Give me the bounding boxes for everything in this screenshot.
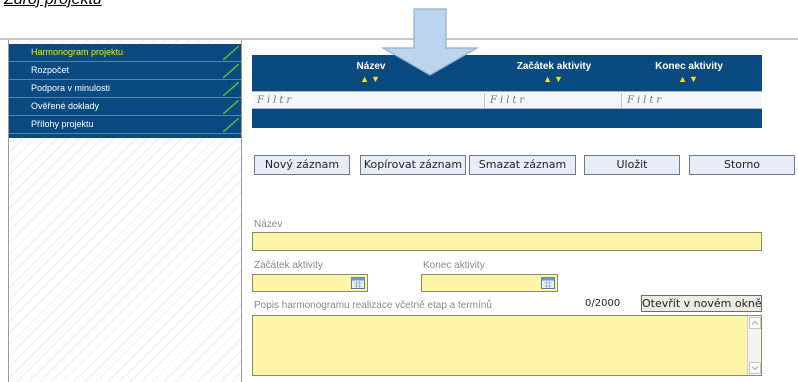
- sidebar-item-label: Harmonogram projektu: [31, 47, 124, 57]
- name-field[interactable]: [252, 232, 762, 251]
- sidebar-nav-footer: [9, 134, 241, 138]
- cancel-button[interactable]: Storno: [689, 155, 795, 175]
- sidebar-nav: Harmonogram projektu Rozpočet Podpora v …: [9, 44, 241, 138]
- char-counter: 0/2000: [585, 298, 621, 309]
- page-heading: Zdroj projektu: [4, 0, 102, 9]
- new-record-button[interactable]: Nový záznam: [254, 155, 350, 175]
- textarea-scrollbar[interactable]: [747, 316, 761, 375]
- name-label: Název: [254, 219, 283, 230]
- filter-input-konec[interactable]: [623, 93, 761, 108]
- tab-corner-icon: [223, 46, 239, 60]
- copy-record-button[interactable]: Kopírovat záznam: [360, 155, 466, 175]
- records-grid: Název ▲▼ Začátek aktivity ▲▼ Konec aktiv…: [252, 55, 762, 128]
- scroll-down-icon[interactable]: [749, 362, 761, 374]
- filter-input-zacatek[interactable]: [486, 93, 622, 108]
- sidebar-item-label: Rozpočet: [31, 65, 70, 75]
- end-date-field[interactable]: [421, 274, 558, 292]
- calendar-icon[interactable]: [351, 277, 365, 289]
- sidebar-item-podpora[interactable]: Podpora v minulosti: [9, 80, 241, 98]
- sidebar-item-doklady[interactable]: Ověřené doklady: [9, 98, 241, 116]
- sort-arrows-icon[interactable]: ▲▼: [626, 73, 752, 85]
- end-date-label: Konec aktivity: [423, 260, 485, 271]
- column-header-zacatek[interactable]: Začátek aktivity ▲▼: [492, 61, 616, 85]
- delete-record-button[interactable]: Smazat záznam: [469, 155, 576, 175]
- sidebar-item-harmonogram[interactable]: Harmonogram projektu: [9, 44, 241, 62]
- description-label: Popis harmonogramu realizace včetně etap…: [254, 300, 492, 311]
- column-header-konec[interactable]: Konec aktivity ▲▼: [626, 61, 752, 85]
- sort-arrows-icon[interactable]: ▲▼: [492, 73, 616, 85]
- sidebar-item-rozpocet[interactable]: Rozpočet: [9, 62, 241, 80]
- column-title: Začátek aktivity: [516, 61, 592, 72]
- description-textarea[interactable]: [252, 315, 762, 376]
- column-title: Konec aktivity: [655, 61, 723, 72]
- tab-corner-icon: [223, 64, 239, 78]
- tab-corner-icon: [223, 100, 239, 114]
- calendar-icon[interactable]: [541, 277, 555, 289]
- start-date-label: Začátek aktivity: [254, 260, 323, 271]
- sidebar-item-label: Ověřené doklady: [31, 101, 100, 111]
- open-new-window-button[interactable]: Otevřít v novém okně: [641, 295, 762, 312]
- filter-input-nazev[interactable]: [253, 93, 485, 108]
- sidebar-item-label: Přílohy projektu: [31, 119, 94, 129]
- save-button[interactable]: Uložit: [584, 155, 680, 175]
- sidebar-item-prilohy[interactable]: Přílohy projektu: [9, 116, 241, 134]
- tab-corner-icon: [223, 118, 239, 132]
- start-date-field[interactable]: [252, 274, 368, 292]
- filter-row: [252, 91, 762, 109]
- scroll-up-icon[interactable]: [749, 317, 761, 329]
- down-arrow-icon: [380, 8, 480, 76]
- tab-corner-icon: [223, 82, 239, 96]
- sidebar-item-label: Podpora v minulosti: [31, 83, 111, 93]
